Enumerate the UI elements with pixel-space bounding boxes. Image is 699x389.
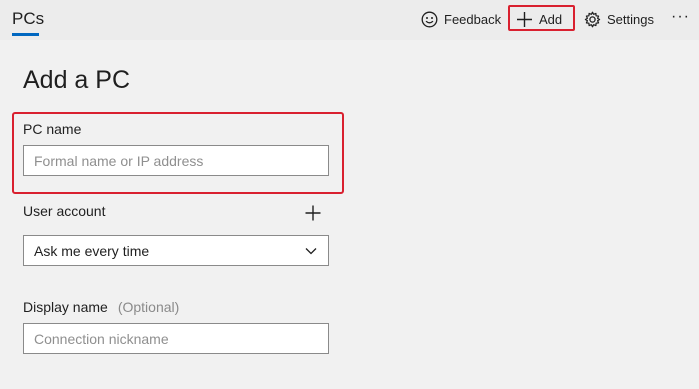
optional-hint: (Optional)	[117, 299, 180, 315]
feedback-button[interactable]: Feedback	[421, 8, 501, 30]
pc-name-label: PC name	[23, 121, 82, 137]
user-account-label: User account	[23, 203, 106, 219]
user-account-dropdown[interactable]: Ask me every time	[23, 235, 329, 266]
add-user-account-icon[interactable]	[304, 204, 322, 222]
settings-label: Settings	[607, 11, 654, 27]
chevron-down-icon	[305, 247, 317, 254]
display-name-input[interactable]	[23, 323, 329, 354]
display-name-label-text: Display name	[23, 299, 108, 315]
display-name-label: Display name (Optional)	[23, 299, 179, 315]
tab-pcs[interactable]: PCs	[12, 9, 44, 29]
settings-button[interactable]: Settings	[584, 8, 654, 30]
tab-active-indicator	[12, 33, 39, 36]
add-highlight-box	[508, 5, 575, 31]
more-options-button[interactable]: ···	[671, 6, 690, 28]
top-toolbar: PCs Feedback Add Settings ···	[0, 0, 699, 40]
smiley-icon	[421, 11, 438, 27]
feedback-label: Feedback	[444, 11, 502, 27]
pc-name-input[interactable]	[23, 145, 329, 176]
page-title: Add a PC	[23, 66, 131, 94]
gear-icon	[584, 11, 601, 27]
user-account-selected-value: Ask me every time	[34, 242, 150, 259]
